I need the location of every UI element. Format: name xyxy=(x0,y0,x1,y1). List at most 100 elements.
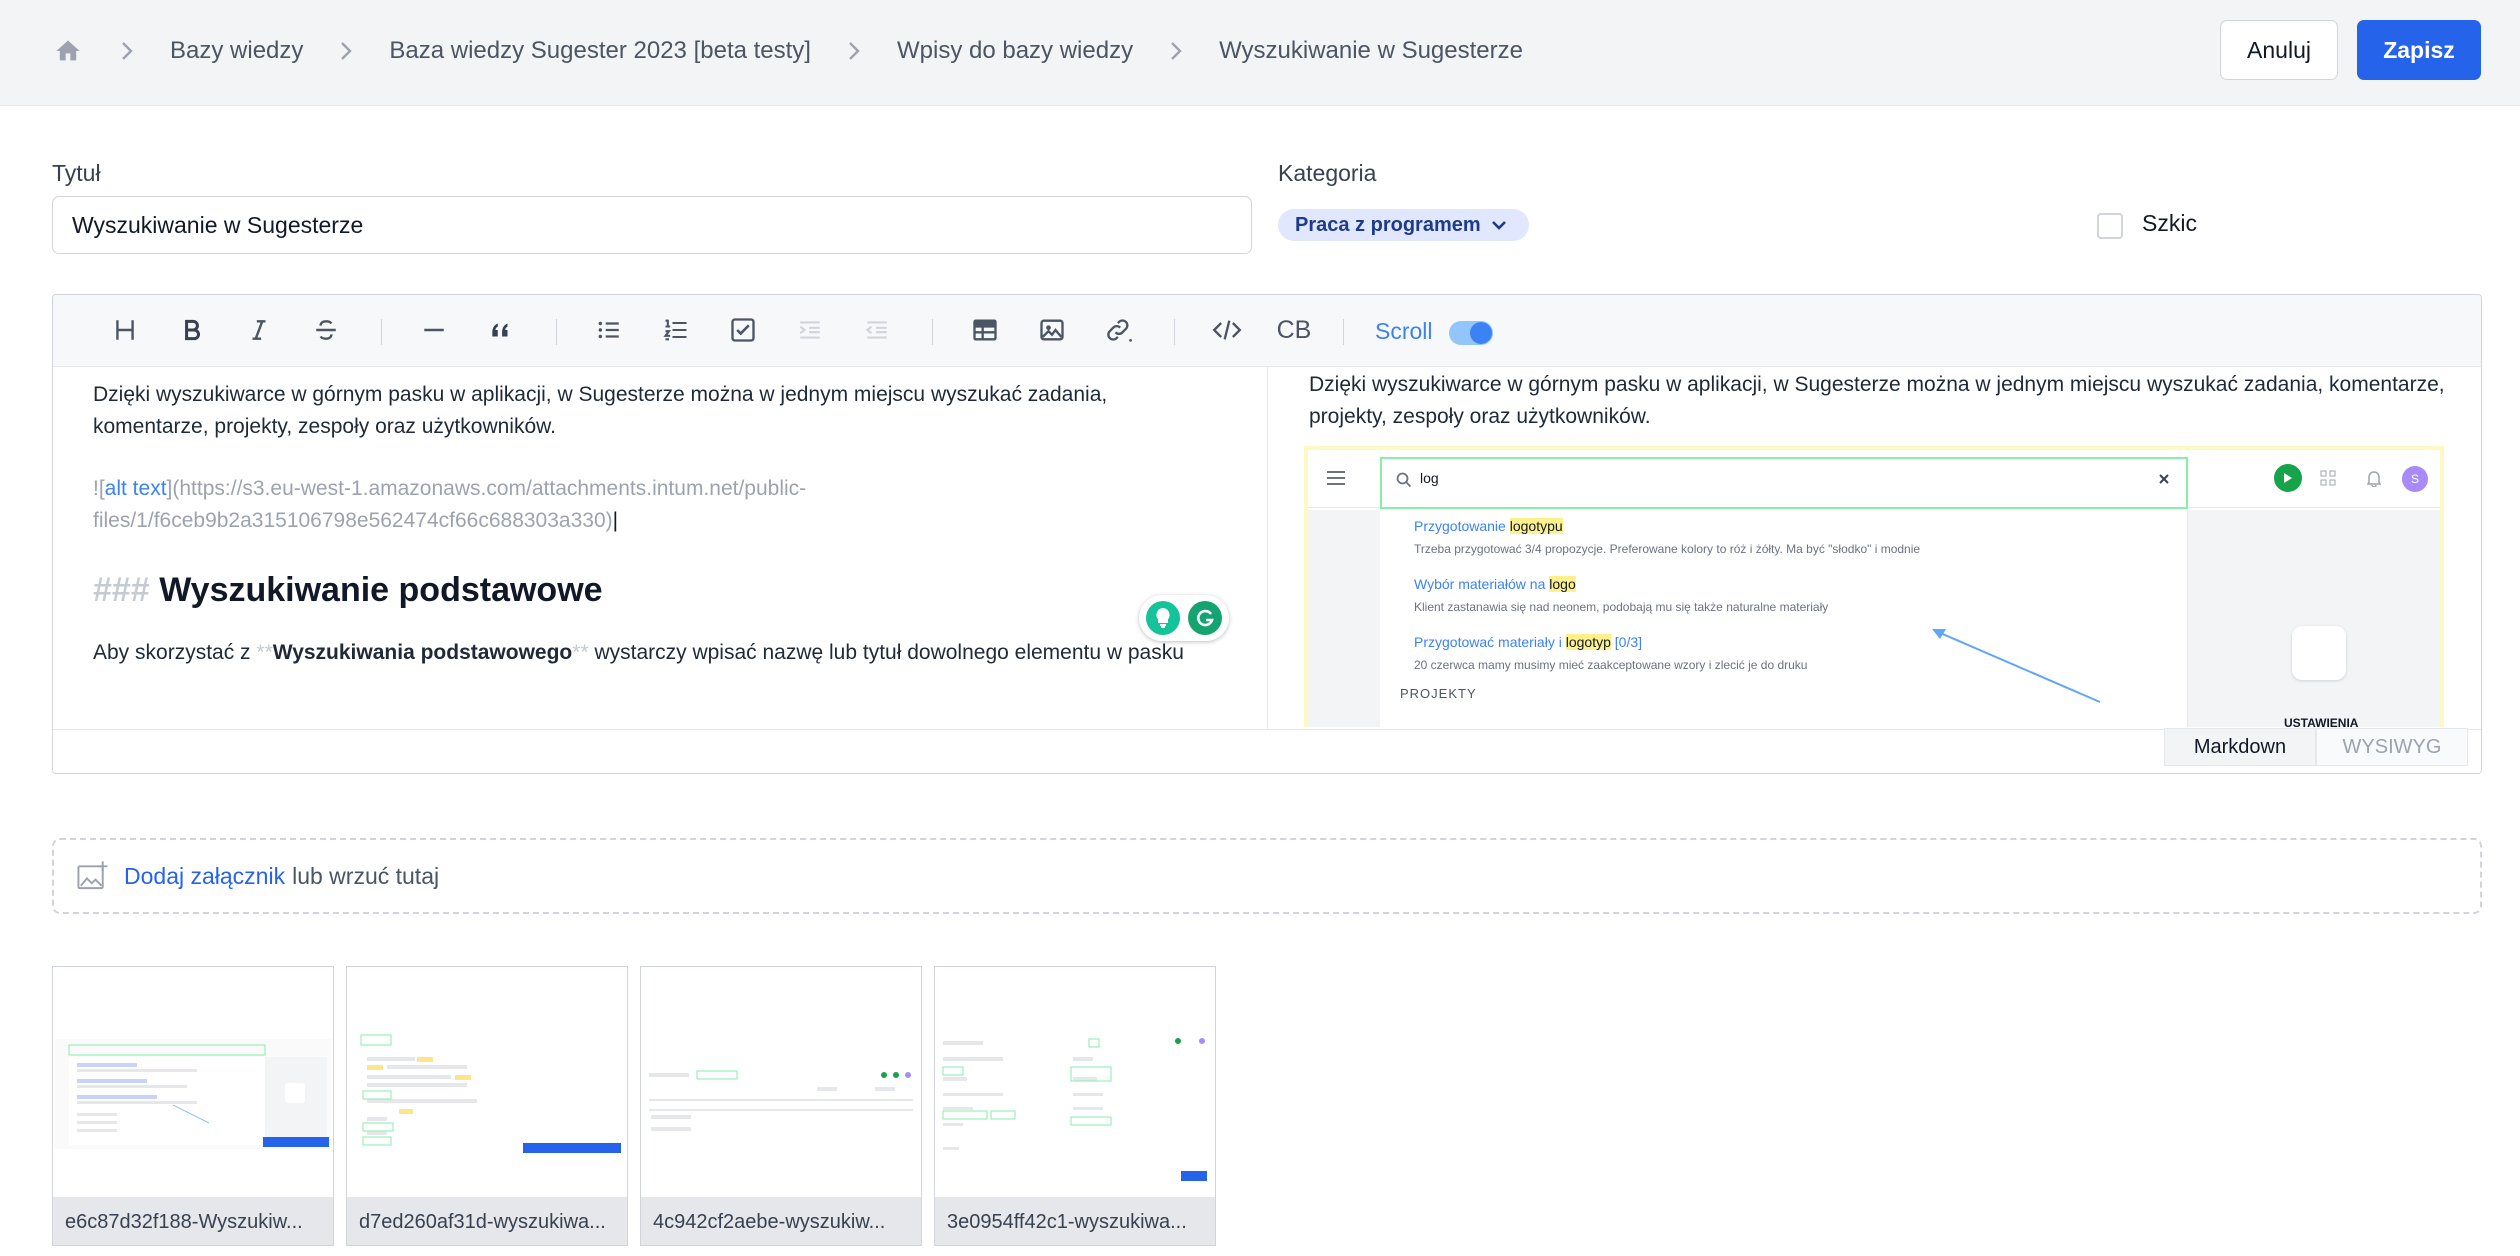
result-highlight: logo xyxy=(1549,576,1576,592)
md-heading-hashes: ### xyxy=(93,571,150,609)
strikethrough-icon[interactable] xyxy=(306,310,346,350)
attachment-filename: e6c87d32f188-Wyszukiw... xyxy=(53,1197,333,1245)
tab-wysiwyg[interactable]: WYSIWYG xyxy=(2316,728,2468,766)
attachment-preview xyxy=(935,967,1215,1197)
arrow-annotation xyxy=(1928,626,2104,711)
chevron-right-icon xyxy=(333,38,359,64)
result-title: Wybór materiałów na xyxy=(1414,576,1550,592)
cancel-button[interactable]: Anuluj xyxy=(2220,20,2338,80)
chevron-right-icon xyxy=(841,38,867,64)
preview-image-clip: log S Przygotowanie logotypu Trzeba przy… xyxy=(1304,446,2444,727)
scroll-sync-toggle[interactable] xyxy=(1449,321,1493,345)
attachment-thumbnail[interactable]: e6c87d32f188-Wyszukiw... xyxy=(52,966,334,1246)
tab-markdown[interactable]: Markdown xyxy=(2164,728,2316,766)
category-value: Praca z programem xyxy=(1295,213,1481,236)
add-attachment-link[interactable]: Dodaj załącznik xyxy=(124,863,285,890)
editor-footer xyxy=(53,729,2481,773)
search-icon xyxy=(1396,472,1412,493)
settings-label: USTAWIENIA xyxy=(2284,716,2359,727)
grammarly-widget[interactable] xyxy=(1139,595,1229,641)
breadcrumb-current: Wyszukiwanie w Sugesterze xyxy=(1219,37,1523,64)
close-icon xyxy=(2158,472,2170,490)
md-image-url: https://s3.eu-west-1.amazonaws.com/attac… xyxy=(93,477,807,532)
attachment-thumbnail[interactable]: d7ed260af31d-wyszukiwa... xyxy=(346,966,628,1246)
toolbar-divider xyxy=(1174,319,1175,345)
breadcrumb-item[interactable]: Bazy wiedzy xyxy=(170,37,303,65)
home-icon[interactable] xyxy=(52,35,84,67)
markdown-image-line: ![alt text](https://s3.eu-west-1.amazona… xyxy=(93,477,807,532)
category-select[interactable]: Praca z programem xyxy=(1278,209,1529,241)
scroll-sync-label: Scroll xyxy=(1375,318,1433,344)
toolbar-divider xyxy=(556,319,557,345)
markdown-heading: ### Wyszukiwanie podstawowe xyxy=(93,567,1227,613)
grammarly-icon[interactable] xyxy=(1188,601,1222,635)
screenshot-left-panel xyxy=(1308,510,1380,727)
outdent-icon[interactable] xyxy=(857,310,897,350)
markdown-intro-text: Dzięki wyszukiwarce w górnym pasku w apl… xyxy=(93,383,1108,438)
save-button[interactable]: Zapisz xyxy=(2357,20,2481,80)
code-icon[interactable] xyxy=(1207,310,1247,350)
avatar-letter: S xyxy=(2410,472,2419,486)
image-icon[interactable] xyxy=(1032,310,1072,350)
markdown-source-pane[interactable]: Dzięki wyszukiwarce w górnym pasku w apl… xyxy=(53,367,1268,729)
md-heading-text: Wyszukiwanie podstawowe xyxy=(159,571,603,609)
title-input[interactable]: Wyszukiwanie w Sugesterze xyxy=(52,196,1252,254)
attachment-preview xyxy=(347,967,627,1197)
draft-label: Szkic xyxy=(2142,210,2197,236)
category-label: Kategoria xyxy=(1278,160,1377,186)
section-label: PROJEKTY xyxy=(1400,686,1477,701)
md-image-prefix: ![ xyxy=(93,477,105,500)
italic-icon[interactable] xyxy=(239,310,279,350)
grid-icon xyxy=(2320,470,2336,491)
md-para-bold: Wyszukiwania podstawowego xyxy=(272,641,573,664)
md-image-middle: ]( xyxy=(166,477,180,500)
search-result-desc: 20 czerwca mamy musimy mieć zaakceptowan… xyxy=(1414,658,1808,672)
result-title: Przygotować materiały i xyxy=(1414,634,1566,650)
md-image-suffix: ) xyxy=(605,509,613,532)
horizontal-rule-icon[interactable] xyxy=(414,310,454,350)
breadcrumb-item[interactable]: Baza wiedzy Sugester 2023 [beta testy] xyxy=(389,37,811,65)
attachment-filename: 4c942cf2aebe-wyszukiw... xyxy=(641,1197,921,1245)
attachment-thumbnail[interactable]: 4c942cf2aebe-wyszukiw... xyxy=(640,966,922,1246)
numbered-list-icon[interactable] xyxy=(656,310,696,350)
md-para-start: Aby skorzystać z xyxy=(93,641,257,664)
toolbar-divider xyxy=(381,319,382,345)
attachment-dropzone[interactable]: Dodaj załącznik lub wrzuć tutaj xyxy=(52,838,2482,914)
task-list-icon[interactable] xyxy=(723,310,763,350)
toggle-knob xyxy=(1470,322,1492,344)
chevron-right-icon xyxy=(1163,38,1189,64)
chevron-right-icon xyxy=(114,38,140,64)
search-result-desc: Trzeba przygotować 3/4 propozycje. Prefe… xyxy=(1414,542,1921,556)
indent-icon[interactable] xyxy=(790,310,830,350)
md-image-alt: alt text xyxy=(104,477,167,500)
code-block-icon[interactable]: CB xyxy=(1274,310,1314,350)
attachment-filename: 3e0954ff42c1-wyszukiwa... xyxy=(935,1197,1215,1245)
lightbulb-icon[interactable] xyxy=(1146,601,1180,635)
heading-icon[interactable] xyxy=(105,310,145,350)
bold-icon[interactable] xyxy=(172,310,212,350)
attachment-thumbnail[interactable]: 3e0954ff42c1-wyszukiwa... xyxy=(934,966,1216,1246)
md-bold-open: ** xyxy=(256,641,273,664)
quote-icon[interactable] xyxy=(481,310,521,350)
table-icon[interactable] xyxy=(965,310,1005,350)
add-image-icon xyxy=(76,859,110,893)
draft-checkbox[interactable] xyxy=(2097,213,2123,239)
drop-hint: lub wrzuć tutaj xyxy=(292,862,440,889)
attachment-filename: d7ed260af31d-wyszukiwa... xyxy=(347,1197,627,1245)
bullet-list-icon[interactable] xyxy=(589,310,629,350)
md-para-end: wystarczy wpisać nazwę lub tytuł dowolne… xyxy=(588,641,1184,664)
markdown-paragraph: Aby skorzystać z **Wyszukiwania podstawo… xyxy=(93,637,1227,669)
search-result: Wybór materiałów na logo xyxy=(1414,576,1576,592)
result-highlight: logotyp xyxy=(1565,634,1611,650)
screenshot-search-query: log xyxy=(1420,470,1439,486)
toolbar-divider xyxy=(1343,319,1344,345)
chevron-down-icon xyxy=(1491,214,1507,237)
breadcrumb-item[interactable]: Wpisy do bazy wiedzy xyxy=(897,37,1133,65)
md-bold-close: ** xyxy=(572,641,589,664)
screenshot-right-panel xyxy=(2188,510,2440,727)
attachment-preview xyxy=(53,967,333,1197)
search-result: Przygotowanie logotypu xyxy=(1414,518,1563,534)
editor-toolbar: CB Scroll xyxy=(53,295,2481,367)
hamburger-icon xyxy=(1326,470,1346,491)
link-icon[interactable] xyxy=(1099,310,1139,350)
